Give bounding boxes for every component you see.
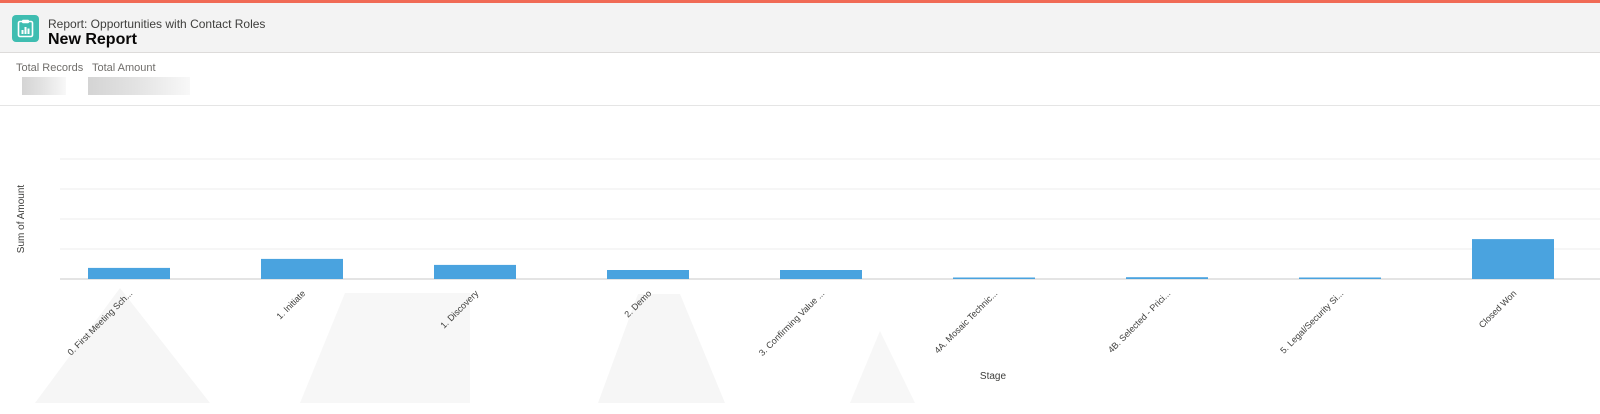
chart-bar[interactable] bbox=[1299, 277, 1381, 280]
chart-bar[interactable] bbox=[434, 264, 516, 279]
total-records-value-redacted bbox=[22, 77, 66, 95]
x-tick-label: 4B. Selected - Prici... bbox=[1106, 288, 1173, 355]
x-tick-label: 5. Legal/Security Si... bbox=[1278, 288, 1345, 355]
y-axis-label: Sum of Amount bbox=[16, 185, 27, 254]
background-decoration bbox=[35, 288, 915, 403]
x-tick-label: 1. Initiate bbox=[275, 288, 308, 321]
total-amount-value-redacted bbox=[88, 77, 190, 95]
x-axis-label: Stage bbox=[980, 371, 1007, 382]
report-title: New Report bbox=[48, 31, 137, 48]
chart-bar[interactable] bbox=[607, 270, 689, 279]
chart-bar[interactable] bbox=[1126, 277, 1208, 279]
report-type-label: Report: Opportunities with Contact Roles bbox=[48, 17, 266, 31]
total-amount-label: Total Amount bbox=[92, 62, 156, 74]
x-tick-label: 3. Confirming Value ... bbox=[757, 288, 827, 358]
total-records-label: Total Records bbox=[16, 62, 84, 74]
summary-bar: Total Records Total Amount bbox=[0, 53, 1600, 106]
bar-chart: 0. First Meeting Sch... 1. Initiate 1. Dis… bbox=[16, 158, 1600, 403]
report-icon bbox=[12, 15, 39, 42]
chart-bar[interactable] bbox=[261, 258, 343, 279]
chart-area: 0. First Meeting Sch... 1. Initiate 1. Dis… bbox=[0, 106, 1600, 409]
x-tick-label: 4A. Mosaic Technic... bbox=[932, 288, 999, 355]
chart-bar[interactable] bbox=[780, 270, 862, 279]
chart-bar[interactable] bbox=[953, 277, 1035, 280]
total-amount-metric: Total Amount bbox=[92, 62, 156, 74]
total-records-metric: Total Records bbox=[16, 62, 83, 74]
chart-bar[interactable] bbox=[88, 267, 170, 279]
chart-bar[interactable] bbox=[1472, 239, 1554, 279]
report-header: Report: Opportunities with Contact Roles… bbox=[0, 3, 1600, 53]
x-tick-label: Closed Won bbox=[1477, 288, 1519, 330]
